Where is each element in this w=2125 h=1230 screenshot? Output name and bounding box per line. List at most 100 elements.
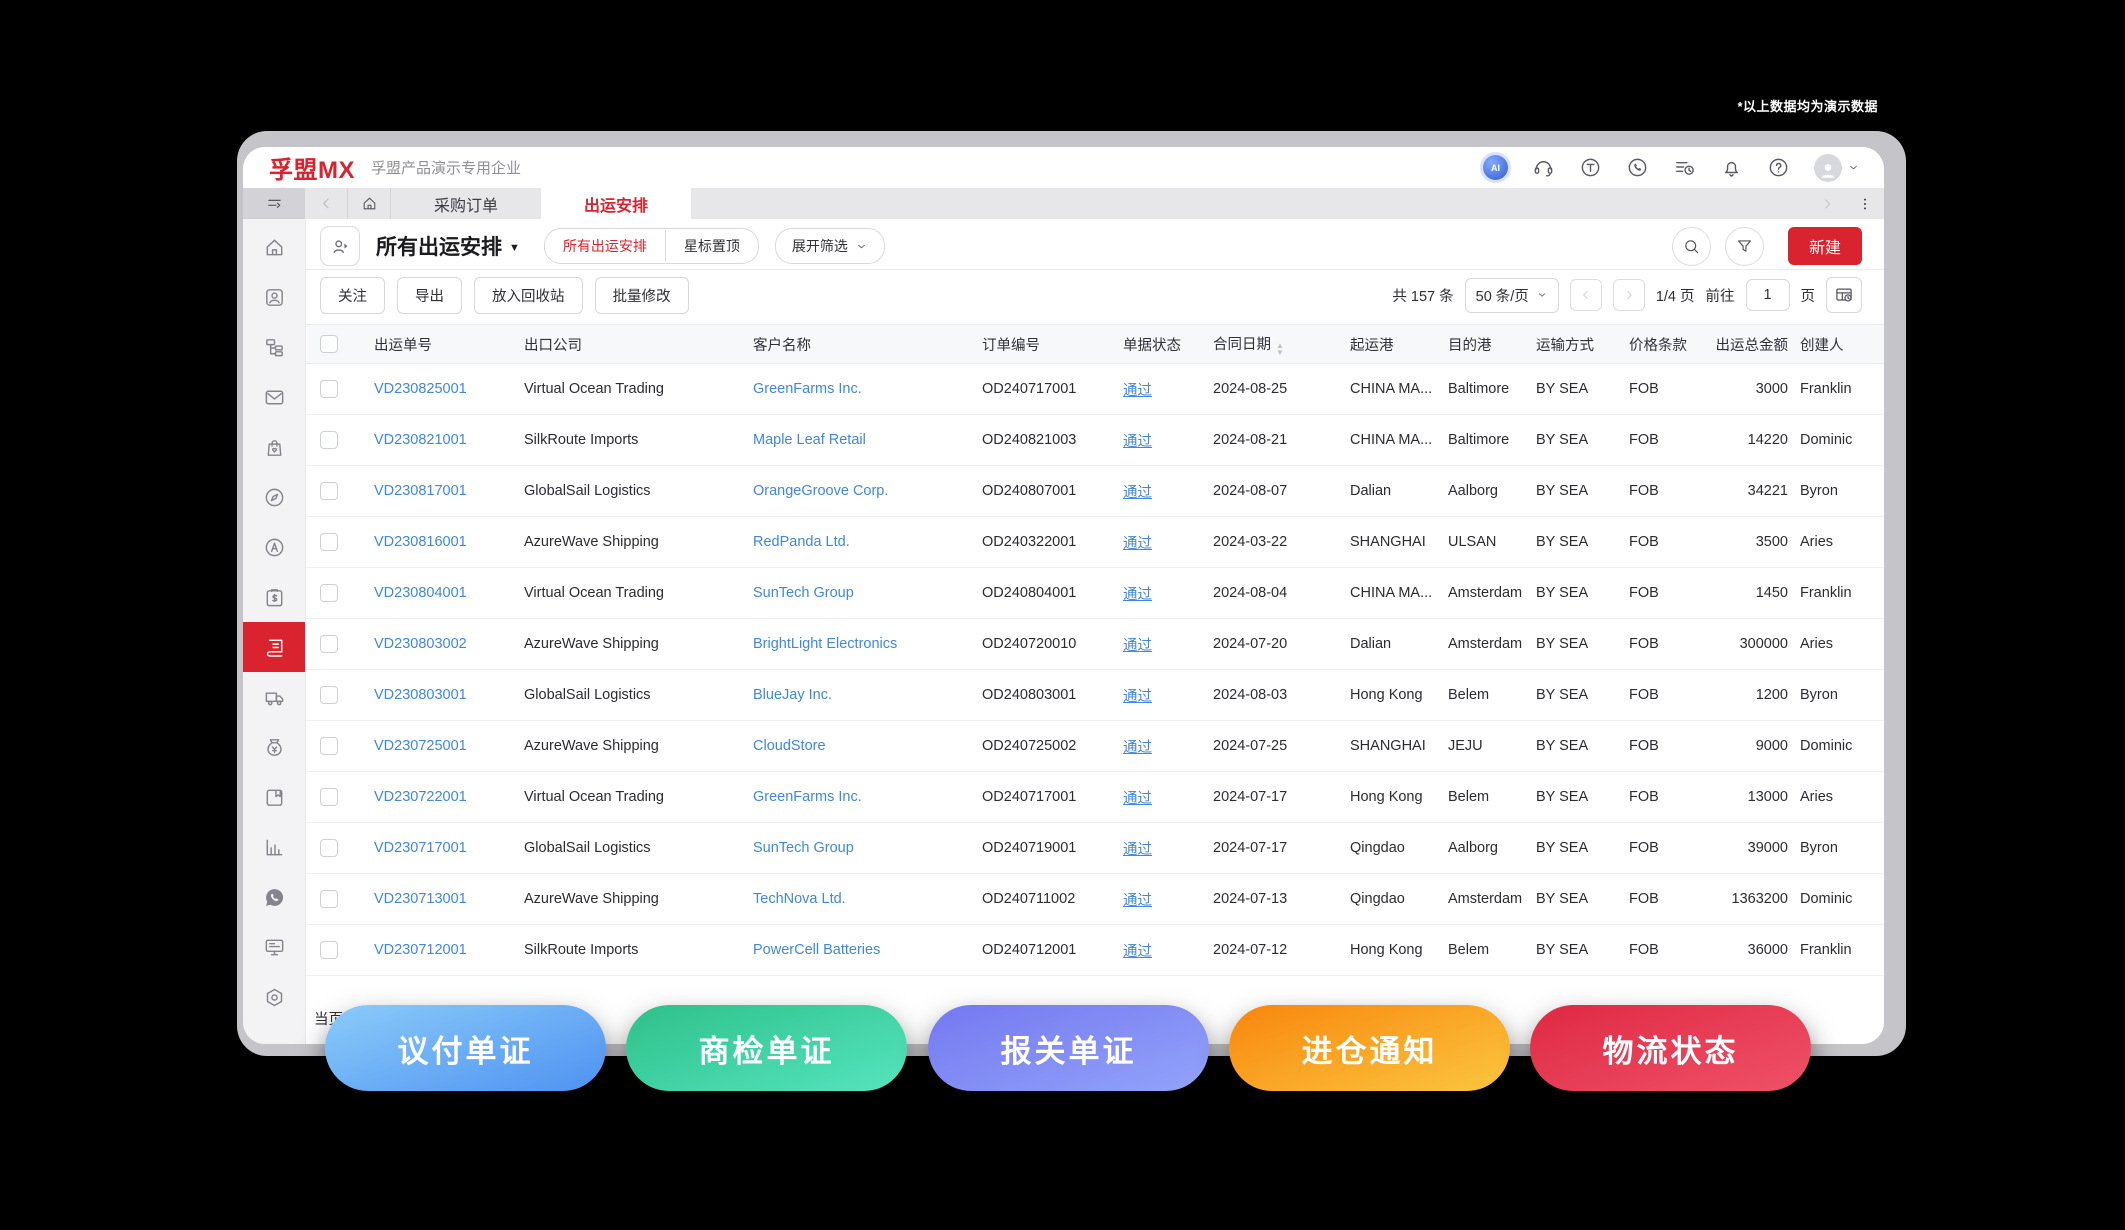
- cell-shipment-no-link[interactable]: VD230803001: [374, 687, 467, 703]
- cell-customer-name-link[interactable]: CloudStore: [753, 738, 826, 754]
- segment-starred[interactable]: 星标置顶: [665, 230, 758, 262]
- tab-inactive[interactable]: 采购订单: [391, 188, 541, 219]
- phone-icon[interactable]: [1626, 156, 1649, 179]
- sidebar-item-report-chart[interactable]: [243, 822, 305, 872]
- action-button[interactable]: 导出: [397, 277, 462, 314]
- headset-icon[interactable]: [1532, 156, 1555, 179]
- cell-shipment-no-link[interactable]: VD230713001: [374, 891, 467, 907]
- cell-customer-name-link[interactable]: TechNova Ltd.: [753, 891, 846, 907]
- row-checkbox[interactable]: [320, 788, 338, 806]
- help-icon[interactable]: [1767, 156, 1790, 179]
- column-settings-icon[interactable]: [1826, 277, 1862, 313]
- segment-all-shipments[interactable]: 所有出运安排: [545, 230, 665, 262]
- cell-shipment-no-link[interactable]: VD230821001: [374, 432, 467, 448]
- row-checkbox[interactable]: [320, 482, 338, 500]
- logistics-status-button[interactable]: 物流状态: [1530, 1005, 1811, 1091]
- cell-shipment-no-link[interactable]: VD230712001: [374, 942, 467, 958]
- search-icon[interactable]: [1672, 227, 1711, 266]
- cell-doc-status-link[interactable]: 通过: [1123, 638, 1152, 654]
- sidebar-item-org-chart[interactable]: [243, 322, 305, 372]
- row-checkbox[interactable]: [320, 737, 338, 755]
- cell-shipment-no-link[interactable]: VD230825001: [374, 381, 467, 397]
- sidebar-item-finance[interactable]: [243, 722, 305, 772]
- cell-doc-status-link[interactable]: 通过: [1123, 536, 1152, 552]
- page-size-select[interactable]: 50 条/页: [1465, 278, 1559, 313]
- row-checkbox[interactable]: [320, 584, 338, 602]
- cell-doc-status-link[interactable]: 通过: [1123, 791, 1152, 807]
- cell-doc-status-link[interactable]: 通过: [1123, 944, 1152, 960]
- forward-icon[interactable]: [1808, 196, 1846, 212]
- cell-shipment-no-link[interactable]: VD230725001: [374, 738, 467, 754]
- view-owner-icon[interactable]: [320, 226, 360, 266]
- row-checkbox[interactable]: [320, 431, 338, 449]
- sidebar-item-quote[interactable]: [243, 572, 305, 622]
- row-checkbox[interactable]: [320, 380, 338, 398]
- sidebar-item-ledger[interactable]: [243, 772, 305, 822]
- sidebar-item-whatsapp[interactable]: [243, 872, 305, 922]
- home-tab-icon[interactable]: [347, 188, 391, 219]
- action-button[interactable]: 放入回收站: [474, 277, 583, 314]
- row-checkbox[interactable]: [320, 941, 338, 959]
- sidebar-item-home[interactable]: [243, 222, 305, 272]
- cell-customer-name-link[interactable]: BlueJay Inc.: [753, 687, 832, 703]
- sidebar-item-shipment-doc[interactable]: [243, 622, 305, 672]
- cell-customer-name-link[interactable]: OrangeGroove Corp.: [753, 483, 888, 499]
- cell-doc-status-link[interactable]: 通过: [1123, 689, 1152, 705]
- action-button[interactable]: 关注: [320, 277, 385, 314]
- sidebar-item-marketing[interactable]: [243, 522, 305, 572]
- negotiation-docs-button[interactable]: 议付单证: [325, 1005, 606, 1091]
- expand-filter-button[interactable]: 展开筛选: [775, 228, 885, 264]
- sidebar-item-settings[interactable]: [243, 972, 305, 1022]
- column-header-contract-date[interactable]: 合同日期▲▼: [1201, 325, 1338, 364]
- row-checkbox[interactable]: [320, 890, 338, 908]
- ai-assistant-icon[interactable]: AI: [1483, 155, 1508, 180]
- warehouse-notice-button[interactable]: 进仓通知: [1229, 1005, 1510, 1091]
- sidebar-item-bag[interactable]: [243, 422, 305, 472]
- row-checkbox[interactable]: [320, 839, 338, 857]
- cell-doc-status-link[interactable]: 通过: [1123, 383, 1152, 399]
- sidebar-item-logistics-truck[interactable]: [243, 672, 305, 722]
- select-all-checkbox[interactable]: [320, 335, 338, 353]
- filter-funnel-icon[interactable]: [1725, 227, 1764, 266]
- cell-shipment-no-link[interactable]: VD230803002: [374, 636, 467, 652]
- bell-icon[interactable]: [1720, 156, 1743, 179]
- customs-docs-button[interactable]: 报关单证: [928, 1005, 1209, 1091]
- view-title[interactable]: 所有出运安排 ▼: [376, 231, 520, 261]
- sidebar-item-contact-card[interactable]: [243, 272, 305, 322]
- sort-icon[interactable]: ▲▼: [1276, 342, 1284, 356]
- sidebar-toggle-icon[interactable]: [243, 188, 305, 219]
- row-checkbox[interactable]: [320, 686, 338, 704]
- cell-doc-status-link[interactable]: 通过: [1123, 842, 1152, 858]
- row-checkbox[interactable]: [320, 635, 338, 653]
- row-checkbox[interactable]: [320, 533, 338, 551]
- action-button[interactable]: 批量修改: [595, 277, 689, 314]
- cell-doc-status-link[interactable]: 通过: [1123, 740, 1152, 756]
- cell-doc-status-link[interactable]: 通过: [1123, 893, 1152, 909]
- translate-icon[interactable]: [1579, 156, 1602, 179]
- cell-customer-name-link[interactable]: SunTech Group: [753, 840, 854, 856]
- cell-customer-name-link[interactable]: SunTech Group: [753, 585, 854, 601]
- sidebar-item-mail[interactable]: [243, 372, 305, 422]
- sidebar-item-compass[interactable]: [243, 472, 305, 522]
- cell-doc-status-link[interactable]: 通过: [1123, 485, 1152, 501]
- task-list-icon[interactable]: [1673, 156, 1696, 179]
- cell-doc-status-link[interactable]: 通过: [1123, 434, 1152, 450]
- cell-customer-name-link[interactable]: GreenFarms Inc.: [753, 381, 862, 397]
- more-options-icon[interactable]: [1846, 196, 1884, 212]
- cell-shipment-no-link[interactable]: VD230817001: [374, 483, 467, 499]
- cell-customer-name-link[interactable]: GreenFarms Inc.: [753, 789, 862, 805]
- user-menu[interactable]: [1814, 154, 1860, 182]
- cell-customer-name-link[interactable]: PowerCell Batteries: [753, 942, 880, 958]
- cell-customer-name-link[interactable]: Maple Leaf Retail: [753, 432, 866, 448]
- tab-active[interactable]: 出运安排: [541, 188, 691, 219]
- inspection-docs-button[interactable]: 商检单证: [626, 1005, 907, 1091]
- new-button[interactable]: 新建: [1788, 227, 1862, 265]
- cell-shipment-no-link[interactable]: VD230816001: [374, 534, 467, 550]
- next-page-icon[interactable]: [1613, 279, 1645, 311]
- cell-doc-status-link[interactable]: 通过: [1123, 587, 1152, 603]
- prev-page-icon[interactable]: [1570, 279, 1602, 311]
- cell-shipment-no-link[interactable]: VD230717001: [374, 840, 467, 856]
- cell-customer-name-link[interactable]: RedPanda Ltd.: [753, 534, 850, 550]
- sidebar-item-workbench[interactable]: [243, 922, 305, 972]
- goto-page-input[interactable]: [1746, 279, 1790, 311]
